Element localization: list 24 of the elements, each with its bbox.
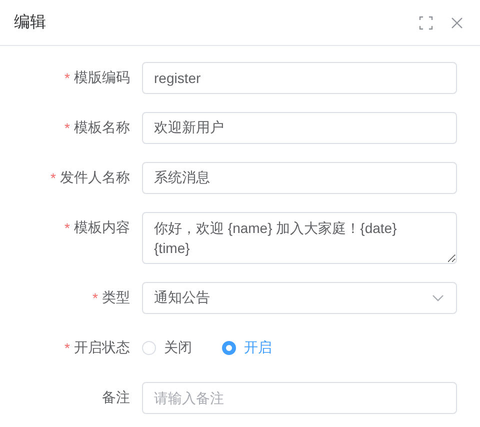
required-mark: * [92, 290, 98, 306]
status-radio[interactable]: 关闭 [142, 339, 192, 357]
fullscreen-icon[interactable] [419, 16, 433, 30]
dialog-title: 编辑 [14, 12, 47, 33]
text-input[interactable]: 请输入备注 [142, 382, 457, 414]
close-icon[interactable] [450, 16, 464, 30]
required-mark: * [64, 340, 70, 356]
chevron-down-icon [432, 294, 444, 302]
text-input[interactable]: register [142, 62, 457, 94]
field-label: 类型 [102, 289, 130, 307]
type-select[interactable]: 通知公告 [142, 282, 457, 314]
required-mark: * [64, 70, 70, 86]
field-label: 模板名称 [74, 119, 130, 137]
field-label: 发件人名称 [60, 169, 130, 187]
content-textarea[interactable]: 你好，欢迎 {name} 加入大家庭！{date} {time} [142, 212, 457, 264]
field-label: 模板内容 [74, 219, 130, 237]
field-label: 备注 [102, 389, 130, 407]
required-mark: * [64, 120, 70, 136]
text-input[interactable]: 欢迎新用户 [142, 112, 457, 144]
field-label: 模版编码 [74, 69, 130, 87]
field-label: 开启状态 [74, 339, 130, 357]
required-mark: * [64, 220, 70, 236]
text-input[interactable]: 系统消息 [142, 162, 457, 194]
required-mark: * [50, 170, 56, 186]
